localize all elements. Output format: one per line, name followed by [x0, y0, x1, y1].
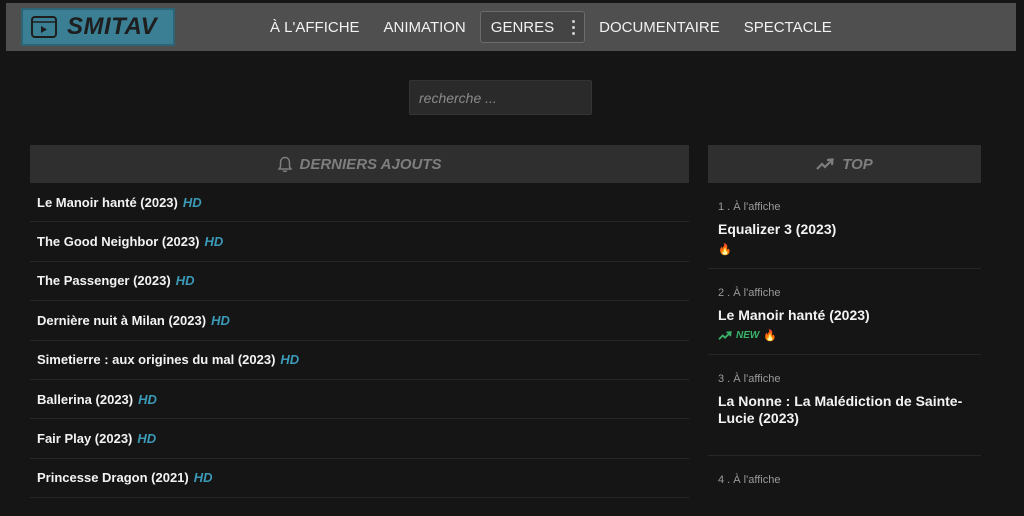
trending-up-icon: [816, 158, 834, 170]
hd-badge: HD: [138, 391, 157, 407]
top-navigation-bar: SMITAV À L'AFFICHE ANIMATION GENRES DOCU…: [6, 3, 1016, 51]
fire-icon: 🔥: [718, 243, 732, 256]
movie-title: Fair Play (2023): [37, 431, 133, 447]
top-rank: 3 . À l'affiche: [718, 373, 781, 385]
list-item[interactable]: The Passenger (2023) HD: [30, 262, 689, 302]
top-rank: 4 . À l'affiche: [718, 474, 781, 486]
top-movie-title[interactable]: Le Manoir hanté (2023): [718, 307, 981, 324]
movie-title: The Passenger (2023): [37, 273, 171, 289]
top-badges: NEW 🔥: [718, 328, 981, 342]
list-item[interactable]: Princesse Dragon (2021) HD: [30, 459, 689, 499]
movie-title: Dernière nuit à Milan (2023): [37, 312, 207, 328]
top-badges: 🔥: [718, 242, 981, 256]
top-item[interactable]: 4 . À l'affiche: [708, 456, 981, 516]
fire-icon: 🔥: [763, 329, 778, 342]
new-badge: NEW: [718, 330, 759, 341]
more-vertical-icon: [572, 19, 576, 35]
movie-title: Simetierre : aux origines du mal (2023): [37, 352, 276, 368]
top-title: TOP: [842, 155, 873, 173]
latest-additions-list: Le Manoir hanté (2023) HD The Good Neighb…: [30, 183, 689, 499]
top-item[interactable]: 3 . À l'affiche La Nonne : La Malédictio…: [708, 355, 981, 456]
site-name: SMITAV: [67, 13, 158, 40]
hd-badge: HD: [204, 234, 224, 250]
list-item[interactable]: Dernière nuit à Milan (2023) HD: [30, 301, 689, 341]
top-rank: 2 . À l'affiche: [718, 287, 781, 299]
trending-up-icon: [718, 330, 732, 340]
movie-title: The Good Neighbor (2023): [37, 234, 200, 250]
list-item[interactable]: The Good Neighbor (2023) HD: [30, 222, 689, 262]
video-player-icon: [31, 16, 57, 38]
top-item[interactable]: 1 . À l'affiche Equalizer 3 (2023) 🔥: [708, 183, 981, 269]
list-item[interactable]: Simetierre : aux origines du mal (2023) H…: [30, 341, 689, 380]
nav-item-documentaire[interactable]: DOCUMENTAIRE: [587, 11, 732, 43]
movie-title: Princesse Dragon (2021): [37, 470, 189, 486]
nav-item-genres-label: GENRES: [490, 18, 555, 36]
hd-badge: HD: [211, 312, 230, 328]
bell-icon: [277, 156, 292, 172]
site-logo[interactable]: SMITAV: [21, 8, 175, 46]
new-label: NEW: [736, 329, 760, 341]
top-header: TOP: [708, 145, 981, 183]
top-item[interactable]: 2 . À l'affiche Le Manoir hanté (2023) N…: [708, 269, 981, 355]
hd-badge: HD: [137, 431, 157, 447]
search-input[interactable]: [409, 80, 592, 115]
nav-item-animation[interactable]: ANIMATION: [372, 11, 478, 43]
top-movie-title[interactable]: La Nonne : La Malédiction de Sainte-Luci…: [718, 393, 981, 427]
movie-title: Le Manoir hanté (2023): [37, 194, 178, 210]
latest-additions-header: DERNIERS AJOUTS: [30, 145, 689, 183]
top-movie-title[interactable]: Equalizer 3 (2023): [718, 221, 981, 238]
main-menu: À L'AFFICHE ANIMATION GENRES DOCUMENTAIR…: [258, 3, 844, 51]
latest-additions-title: DERNIERS AJOUTS: [299, 155, 442, 173]
list-item[interactable]: Le Manoir hanté (2023) HD: [30, 183, 689, 223]
top-list: 1 . À l'affiche Equalizer 3 (2023) 🔥 2 .…: [708, 183, 981, 516]
hd-badge: HD: [193, 470, 213, 486]
nav-item-a-l-affiche[interactable]: À L'AFFICHE: [258, 11, 372, 43]
hd-badge: HD: [182, 194, 202, 210]
movie-title: Ballerina (2023): [37, 391, 134, 407]
nav-item-spectacle[interactable]: SPECTACLE: [732, 11, 844, 43]
hd-badge: HD: [280, 352, 300, 368]
hd-badge: HD: [175, 273, 195, 289]
nav-item-genres[interactable]: GENRES: [479, 11, 586, 43]
list-item[interactable]: Fair Play (2023) HD: [30, 419, 689, 459]
list-item[interactable]: Ballerina (2023) HD: [30, 380, 689, 420]
top-rank: 1 . À l'affiche: [718, 201, 781, 213]
